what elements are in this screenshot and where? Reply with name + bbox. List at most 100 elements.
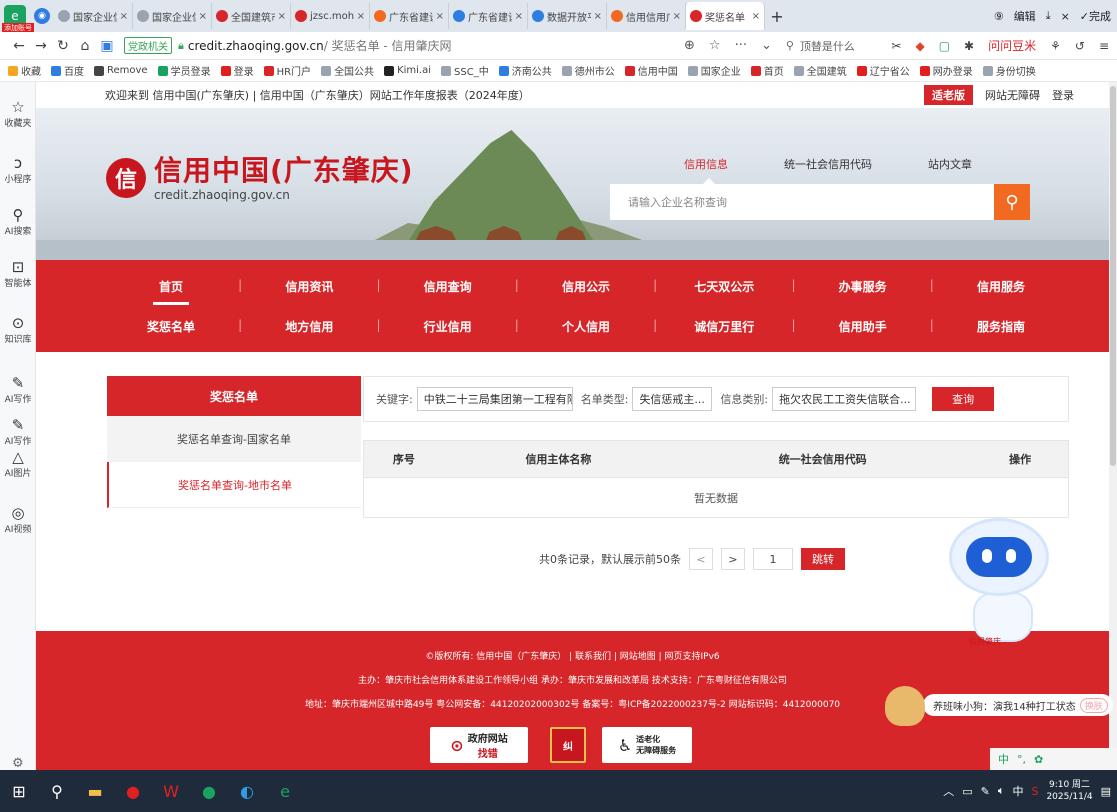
undo-icon[interactable]: ↺ [1075,39,1085,53]
app-icon[interactable]: ● [114,770,152,812]
elder-mode-button[interactable]: 适老版 [924,85,973,105]
edge-icon[interactable]: ◐ [228,770,266,812]
page-scrollbar[interactable] [1109,82,1117,770]
scope-tab[interactable]: 站内文章 [928,156,972,172]
forward-icon[interactable]: → [30,38,52,54]
skin-icon[interactable]: ✿ [1034,753,1043,766]
collection-icon[interactable]: ▢ [939,39,950,53]
nav-item[interactable]: 七天双公示 [659,278,789,295]
bookmark-item[interactable]: Remove [94,65,148,76]
bookmark-item[interactable]: Kimi.ai [384,65,431,76]
site-search-input[interactable]: 请输入企业名称查询 [610,194,994,210]
tab-counter-icon[interactable]: ⑨ [994,10,1004,23]
tab-close-icon[interactable]: × [752,11,760,22]
bookmark-item[interactable]: 全国建筑 [793,63,847,78]
browser-tab[interactable]: 全国建筑市× [212,3,291,29]
star-icon[interactable]: ☆ [709,38,721,53]
clock[interactable]: 9:10 周二 2025/11/4 [1046,779,1092,803]
file-explorer-icon[interactable]: ▬ [76,770,114,812]
volume-icon[interactable]: 🔈︎ [998,784,1005,798]
ai-icon[interactable]: ▣ [96,38,118,54]
home-icon[interactable]: ⌂ [74,38,96,54]
more-icon[interactable]: ··· [735,38,747,53]
close-icon[interactable]: × [1061,10,1070,23]
sidebar-item[interactable]: ✎ AI写作 [0,374,36,405]
ime-toolbar[interactable]: 中 °, ✿ [990,748,1117,770]
punctuation-icon[interactable]: °, [1017,753,1026,766]
tab-close-icon[interactable]: × [515,11,523,22]
edit-button[interactable]: 编辑 [1014,8,1036,24]
download-icon[interactable]: ⤓ [1046,9,1051,23]
site-search-button[interactable]: ⚲ [994,184,1030,220]
url-field[interactable]: 党政机关 🔒︎ credit.zhaoqing.gov.cn / 奖惩名单 - … [124,35,684,57]
bookmark-item[interactable]: 网办登录 [919,63,973,78]
gov-site-error-badge[interactable]: ⊙ 政府网站 找错 [430,727,528,763]
tab-close-icon[interactable]: × [594,11,602,22]
bookmark-item[interactable]: 国家企业 [687,63,741,78]
accessibility-link[interactable]: 网站无障碍 [985,87,1040,103]
bookmark-item[interactable]: 济南公共 [498,63,552,78]
sidebar-item[interactable]: ↄ 小程序 [0,154,36,185]
nav-item[interactable]: 首页 [106,278,236,305]
nav-item[interactable]: 信用查询 [383,278,513,295]
browser-tab[interactable]: jzsc.mohu× [291,3,370,29]
bookmark-item[interactable]: 学员登录 [157,63,211,78]
sidebar-item[interactable]: ✎ AI写作 [0,416,36,447]
nav-item[interactable]: 信用助手 [798,318,928,335]
nav-item[interactable]: 诚信万里行 [659,318,789,335]
done-button[interactable]: ✓完成 [1080,8,1111,24]
ask-doumi-button[interactable]: 问问豆米 [988,37,1036,54]
nav-item[interactable]: 行业信用 [383,318,513,335]
keyword-input[interactable]: 中铁二十三局集团第一工程有限 [416,387,573,411]
ime-mode-label[interactable]: 中 [998,751,1009,767]
extension-icon[interactable]: ◆ [915,39,924,53]
nav-item[interactable]: 办事服务 [798,278,928,295]
sidebar-item[interactable]: ⊡ 智能体 [0,258,36,289]
wps-icon[interactable]: W [152,770,190,812]
bookmark-item[interactable]: 身份切换 [982,63,1036,78]
bookmark-item[interactable]: SSC_中 [441,63,489,78]
broom-icon[interactable]: ⚘ [1050,39,1061,53]
sidebar-item[interactable]: ☆ 收藏夹 [0,98,36,129]
nav-item[interactable]: 信用服务 [936,278,1066,295]
settings-gear-icon[interactable]: ⚙ [12,756,24,771]
sogou-icon[interactable]: S [1031,785,1038,798]
scrollbar-thumb[interactable] [1110,86,1116,466]
change-skin-button[interactable]: 换肤 [1079,697,1108,713]
new-tab-button[interactable]: + [765,7,789,26]
bookmark-item[interactable]: 百度 [51,63,84,78]
tab-close-icon[interactable]: × [673,11,681,22]
browser-tab[interactable]: 广东省建设× [449,3,528,29]
site-logo[interactable]: 信 信用中国(广东肇庆) credit.zhaoqing.gov.cn [106,154,414,202]
elder-accessibility-badge[interactable]: ♿︎ 适老化 无障碍服务 [602,727,692,763]
browser-taskbar-icon[interactable]: e [266,770,304,812]
nav-item[interactable]: 奖惩名单 [106,318,236,335]
browser-tab[interactable]: 数据开放平× [528,3,607,29]
nav-item[interactable]: 地方信用 [244,318,374,335]
bookmark-item[interactable]: 收藏 [8,63,41,78]
browser-tab[interactable]: 国家企业信× [133,3,212,29]
jump-button[interactable]: 跳转 [801,548,845,570]
menu-icon[interactable]: ≡ [1099,39,1109,53]
tab-close-icon[interactable]: × [436,11,444,22]
tab-close-icon[interactable]: × [120,11,128,22]
tray-ime-label[interactable]: 中 [1012,783,1023,799]
notification-icon[interactable]: ▤ [1101,785,1111,798]
tray-chevron-icon[interactable]: ︿ [943,783,954,799]
bookmark-item[interactable]: 辽宁省公 [856,63,910,78]
category-select[interactable]: 拖欠农民工工资失信联合... [772,387,917,411]
login-link[interactable]: 登录 [1052,87,1074,103]
browser-tab[interactable]: 奖惩名单 × [686,2,765,30]
chevron-down-icon[interactable]: ⌄ [761,38,772,53]
tab-group-icon[interactable]: ◉ [34,8,50,24]
query-button[interactable]: 查询 [932,387,995,411]
type-select[interactable]: 失信惩戒主... [632,387,713,411]
bookmark-item[interactable]: 全国公共 [321,63,374,78]
network-icon[interactable]: ▭ [962,785,972,798]
next-page-button[interactable]: > [721,548,745,570]
tab-close-icon[interactable]: × [278,11,286,22]
sidebar-item[interactable]: △ AI图片 [0,448,36,479]
tab-close-icon[interactable]: × [357,11,365,22]
browser-logo-icon[interactable]: e 添加账号 [2,5,34,33]
browser-search-input[interactable]: 顶替是什么 [800,38,855,54]
